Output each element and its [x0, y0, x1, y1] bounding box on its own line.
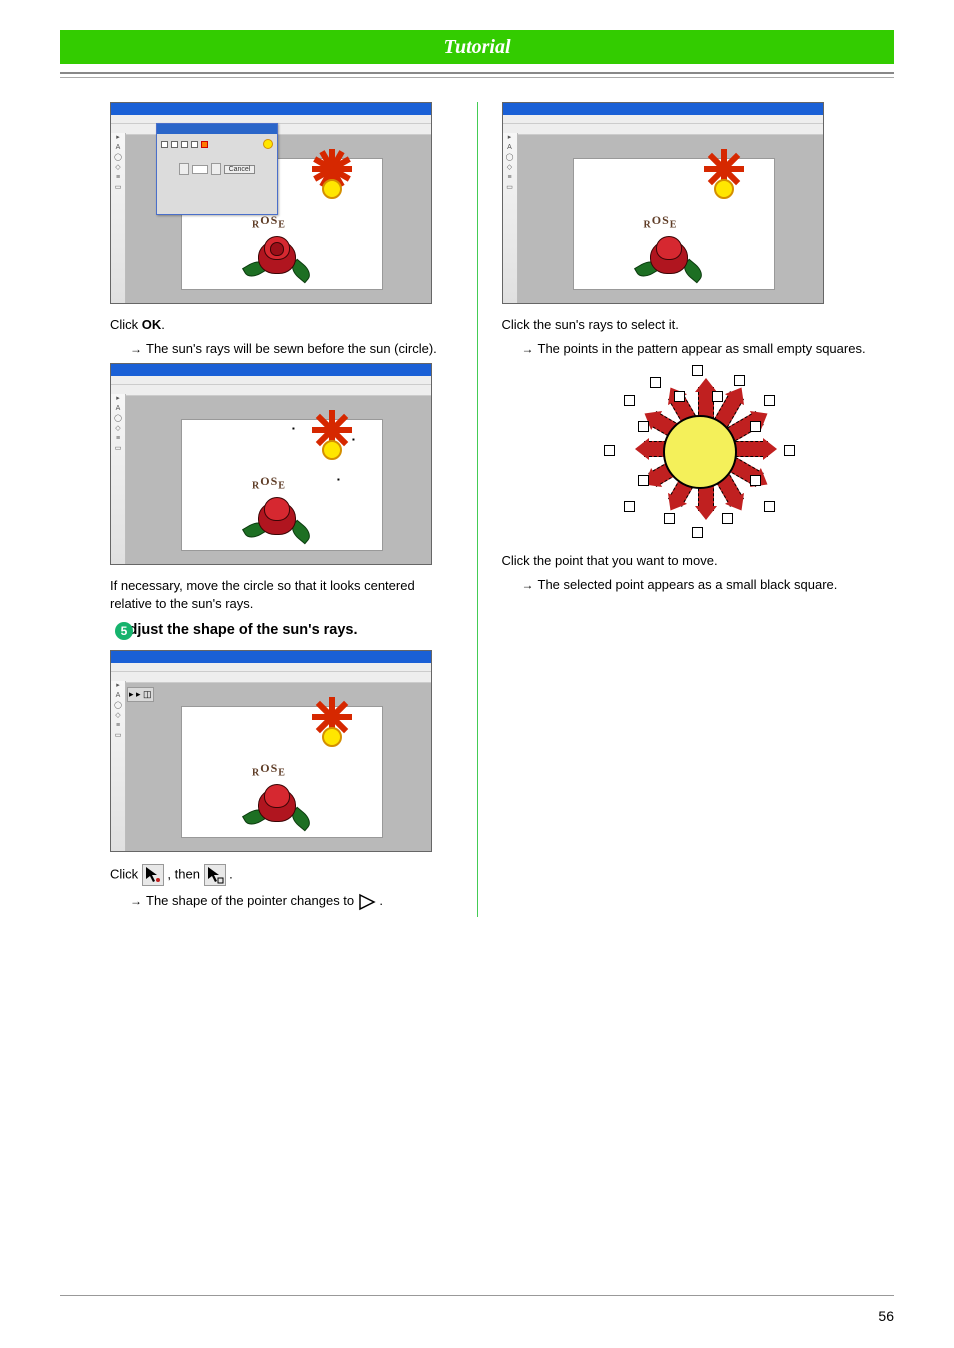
screenshot-select-rays: ▸A◯◇≡▭	[502, 102, 824, 304]
select-point-tool-icon[interactable]	[204, 864, 226, 886]
click-point-text: Click the point that you want to move.	[502, 552, 895, 570]
rays-sewn-text: →The sun's rays will be sewn before the …	[110, 340, 457, 358]
click-then-text: Click , then .	[110, 864, 457, 886]
screenshot-after-reorder: ▸A◯◇≡▭	[110, 363, 432, 565]
click-ok-text: Click OK.	[110, 316, 457, 334]
points-appear-text: →The points in the pattern appear as sma…	[502, 340, 895, 358]
pointer-changes-text: →The shape of the pointer changes to .	[110, 892, 457, 911]
sun-points-illustration	[588, 363, 808, 538]
page-number: 56	[878, 1308, 894, 1324]
screenshot-point-edit-mode: ▸A◯◇≡▭ ▸ ▸ ◫	[110, 650, 432, 852]
ose-text-2: OS	[260, 474, 278, 488]
header-rule	[60, 72, 894, 78]
sewing-order-dialog: Cancel	[156, 123, 278, 215]
sub-toolbar: ▸ ▸ ◫	[127, 687, 154, 702]
edit-point-tool-icon[interactable]	[142, 864, 164, 886]
selected-point-text: →The selected point appears as a small b…	[502, 576, 895, 594]
column-divider	[477, 102, 478, 917]
ose-text: OS	[260, 213, 278, 227]
step-5-title: Adjust the shape of the sun's rays.	[118, 622, 358, 638]
move-circle-text: If necessary, move the circle so that it…	[110, 577, 457, 612]
screenshot-sewing-order-dialog: ▸A◯◇≡▭	[110, 102, 432, 304]
ose-text-4: OS	[652, 213, 670, 227]
page-header: Tutorial	[60, 30, 894, 64]
footer-rule	[60, 1295, 894, 1296]
click-rays-text: Click the sun's rays to select it.	[502, 316, 895, 334]
triangle-pointer-icon	[358, 893, 376, 911]
ose-text-3: OS	[260, 761, 278, 775]
dialog-cancel-button[interactable]: Cancel	[224, 165, 256, 174]
